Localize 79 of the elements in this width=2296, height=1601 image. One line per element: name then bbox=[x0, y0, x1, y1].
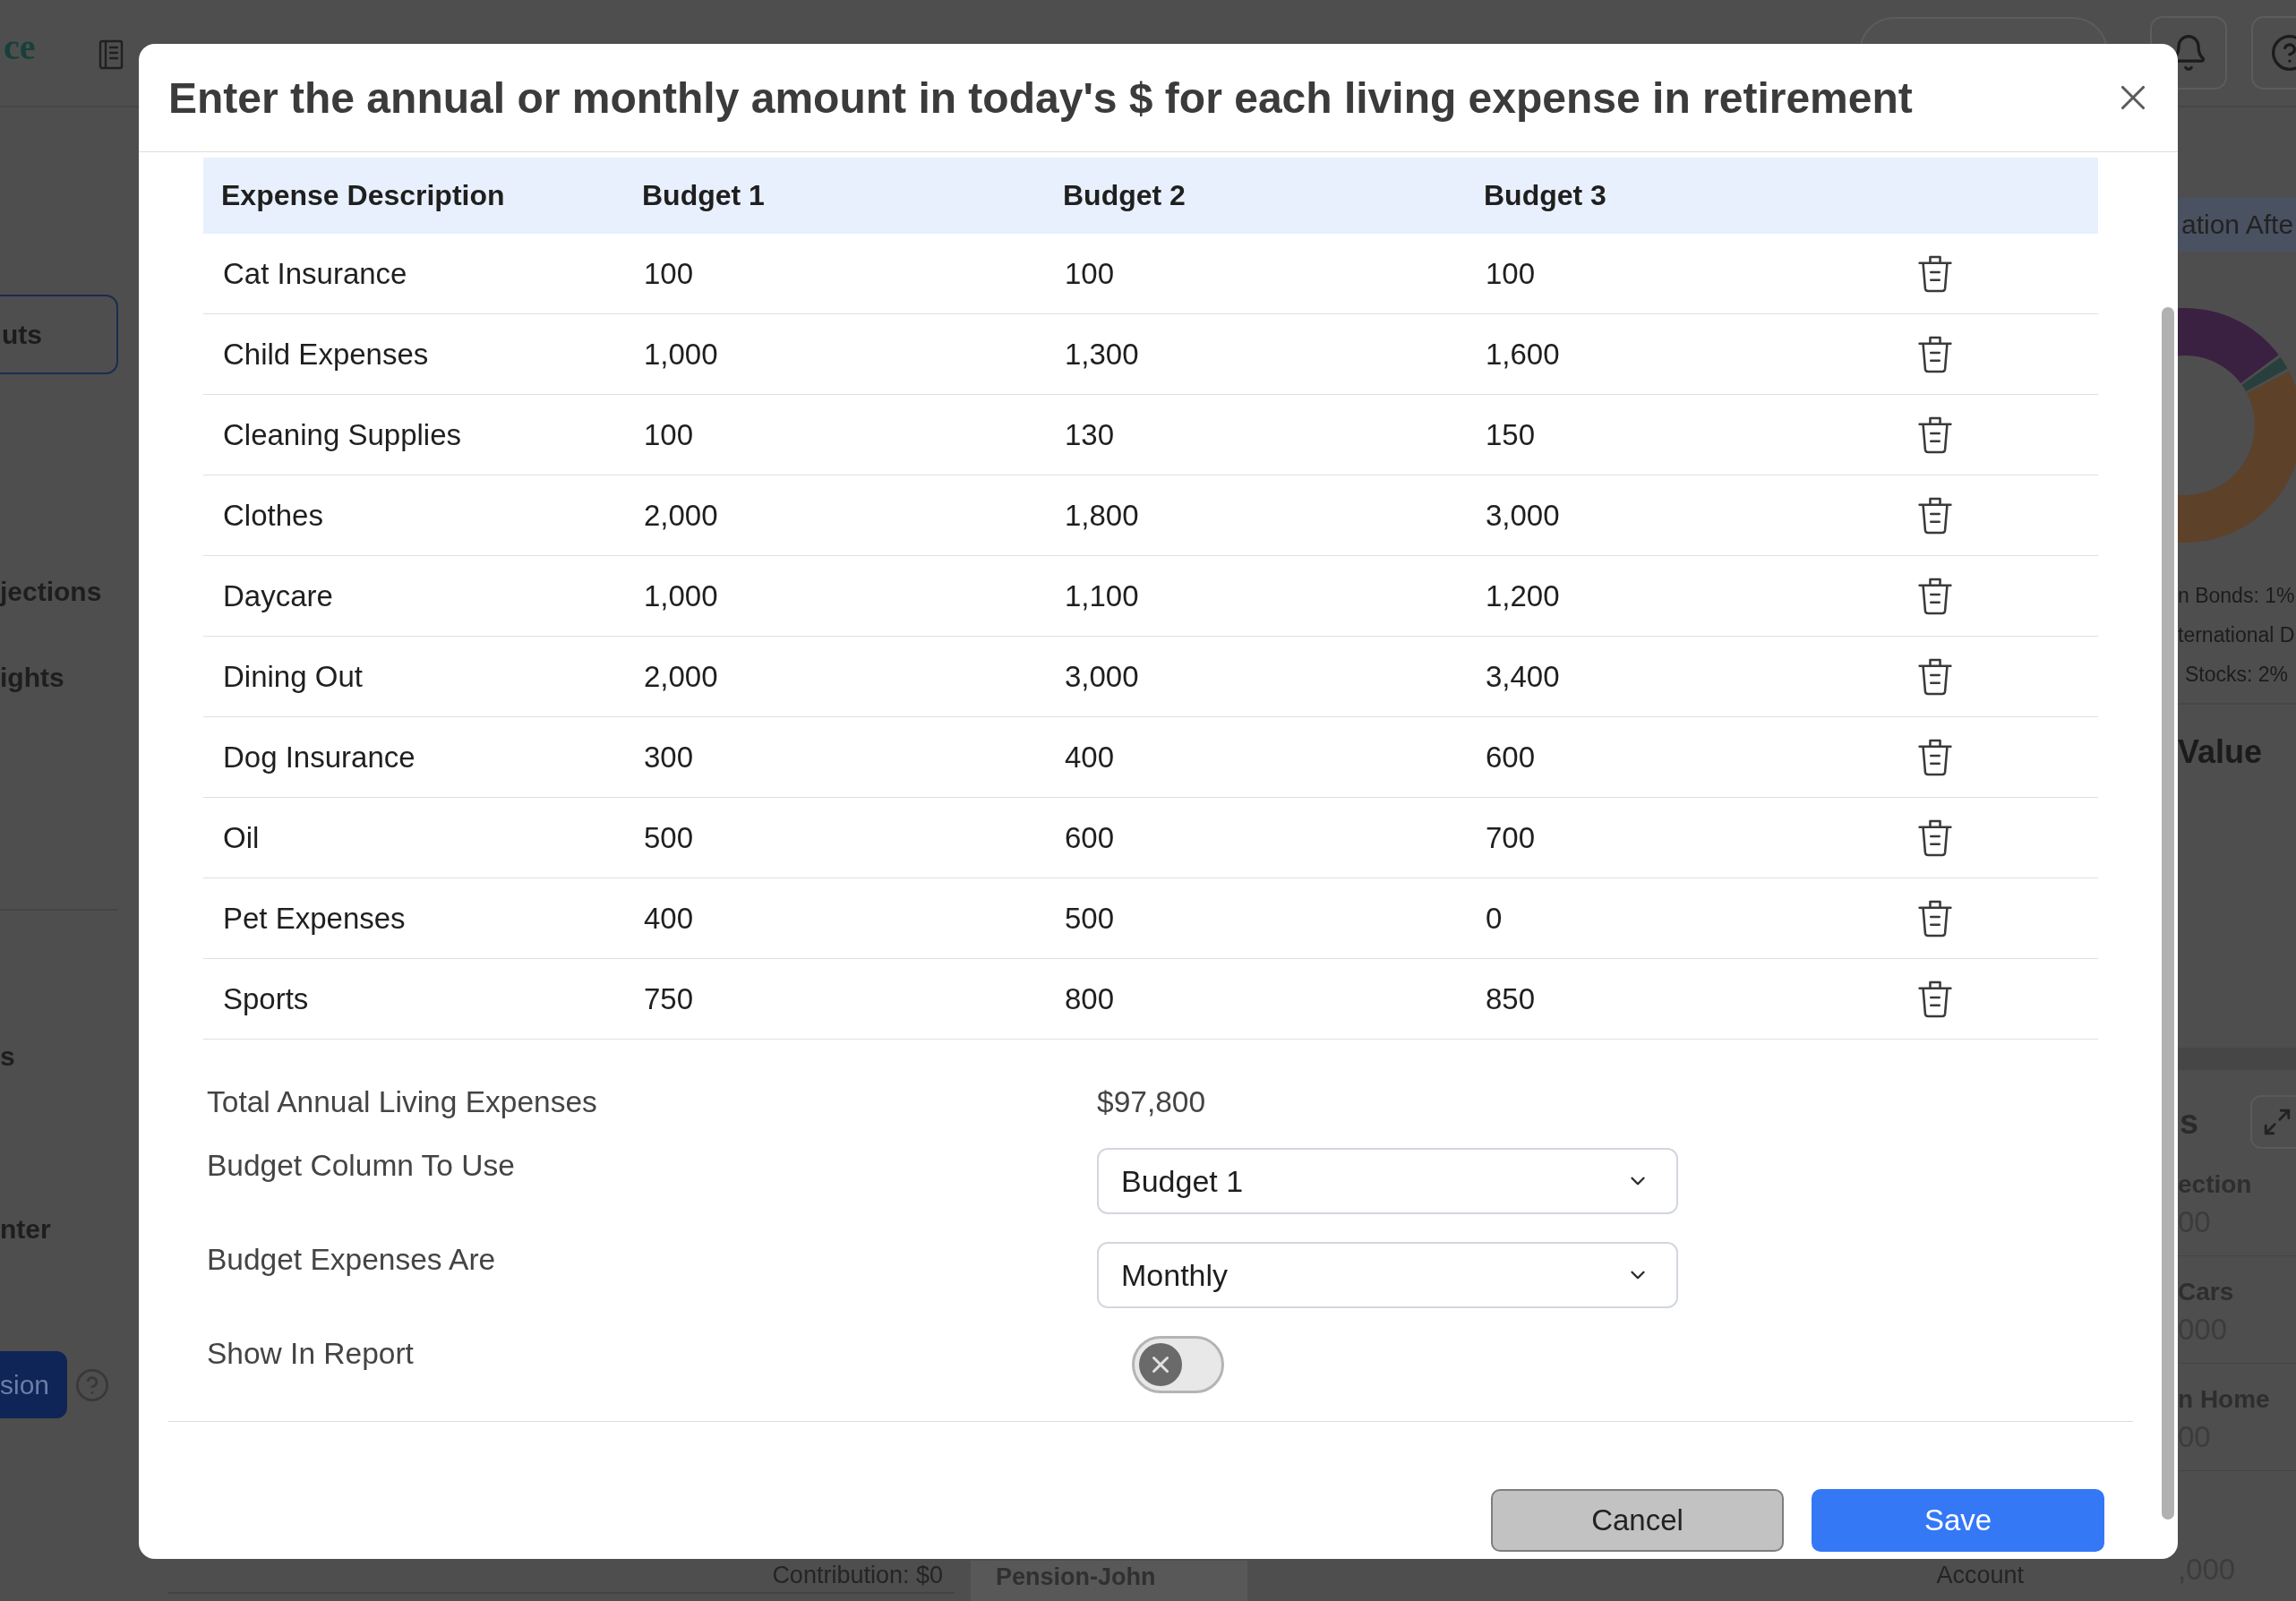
delete-button[interactable] bbox=[1918, 980, 1952, 1018]
column-header: Budget 1 bbox=[642, 179, 765, 212]
trash-icon bbox=[1918, 496, 1952, 535]
table-cell: 600 bbox=[1486, 740, 1536, 775]
select-field[interactable]: Monthly bbox=[1097, 1242, 1678, 1308]
delete-button[interactable] bbox=[1918, 577, 1952, 615]
table-cell: 1,600 bbox=[1486, 337, 1560, 372]
column-header: Budget 2 bbox=[1063, 179, 1186, 212]
delete-button[interactable] bbox=[1918, 254, 1952, 293]
table-cell: Sports bbox=[223, 981, 309, 1016]
delete-button[interactable] bbox=[1918, 657, 1952, 696]
trash-icon bbox=[1918, 335, 1952, 373]
select-field[interactable]: Budget 1 bbox=[1097, 1148, 1678, 1214]
table-cell: 600 bbox=[1065, 820, 1115, 855]
table-cell: Cat Insurance bbox=[223, 256, 407, 291]
trash-icon bbox=[1918, 657, 1952, 696]
table-cell: 2,000 bbox=[644, 498, 718, 533]
table-cell: 100 bbox=[644, 417, 694, 452]
delete-button[interactable] bbox=[1918, 496, 1952, 535]
delete-button[interactable] bbox=[1918, 415, 1952, 454]
table-cell: 100 bbox=[1486, 256, 1536, 291]
table-cell: 750 bbox=[644, 981, 694, 1016]
table-cell: Daycare bbox=[223, 578, 333, 613]
trash-icon bbox=[1918, 818, 1952, 857]
table-cell: 1,800 bbox=[1065, 498, 1139, 533]
table-cell: 3,400 bbox=[1486, 659, 1560, 694]
table-cell: Dining Out bbox=[223, 659, 363, 694]
total-label: Total Annual Living Expenses bbox=[207, 1084, 597, 1120]
table-cell: 0 bbox=[1486, 901, 1503, 936]
save-button[interactable]: Save bbox=[1812, 1489, 2104, 1552]
trash-icon bbox=[1918, 899, 1952, 937]
trash-icon bbox=[1918, 577, 1952, 615]
table-cell: 300 bbox=[644, 740, 694, 775]
table-cell: 1,000 bbox=[644, 578, 718, 613]
table-cell: 3,000 bbox=[1065, 659, 1139, 694]
table-cell: 1,200 bbox=[1486, 578, 1560, 613]
table-cell: 700 bbox=[1486, 820, 1536, 855]
delete-button[interactable] bbox=[1918, 818, 1952, 857]
field-label: Budget Column To Use bbox=[207, 1148, 515, 1184]
table-cell: Dog Insurance bbox=[223, 740, 416, 775]
table-cell: 1,300 bbox=[1065, 337, 1139, 372]
column-header: Expense Description bbox=[221, 179, 505, 212]
dialog-title: Enter the annual or monthly amount in today's $ for each living expense in retirement bbox=[168, 73, 1913, 123]
sidebar-primary-button[interactable]: sion bbox=[0, 1351, 67, 1418]
table-cell: Clothes bbox=[223, 498, 323, 533]
table-cell: Oil bbox=[223, 820, 260, 855]
table-cell: 1,000 bbox=[644, 337, 718, 372]
column-header: Budget 3 bbox=[1484, 179, 1606, 212]
table-cell: 3,000 bbox=[1486, 498, 1560, 533]
delete-button[interactable] bbox=[1918, 738, 1952, 776]
table-cell: 1,100 bbox=[1065, 578, 1139, 613]
delete-button[interactable] bbox=[1918, 899, 1952, 937]
allocation-header: ation Afte bbox=[2178, 198, 2296, 252]
table-cell: Child Expenses bbox=[223, 337, 429, 372]
table-cell: Pet Expenses bbox=[223, 901, 406, 936]
delete-button[interactable] bbox=[1918, 335, 1952, 373]
table-cell: 400 bbox=[644, 901, 694, 936]
logo-text: ce bbox=[4, 25, 36, 68]
expand-icon bbox=[2262, 1107, 2292, 1137]
trash-icon bbox=[1918, 980, 1952, 1018]
table-cell: 150 bbox=[1486, 417, 1536, 452]
table-cell: 400 bbox=[1065, 740, 1115, 775]
table-cell: 800 bbox=[1065, 981, 1115, 1016]
table-cell: 500 bbox=[1065, 901, 1115, 936]
field-label: Show In Report bbox=[207, 1336, 414, 1372]
table-cell: 130 bbox=[1065, 417, 1115, 452]
table-cell: 500 bbox=[644, 820, 694, 855]
field-label: Budget Expenses Are bbox=[207, 1242, 496, 1278]
total-value: $97,800 bbox=[1097, 1084, 1206, 1120]
trash-icon bbox=[1918, 738, 1952, 776]
trash-icon bbox=[1918, 415, 1952, 454]
cancel-button[interactable]: Cancel bbox=[1491, 1489, 1784, 1552]
table-cell: 100 bbox=[1065, 256, 1115, 291]
table-cell: 850 bbox=[1486, 981, 1536, 1016]
table-cell: 100 bbox=[644, 256, 694, 291]
scrollbar-thumb[interactable] bbox=[2162, 307, 2174, 1520]
table-cell: Cleaning Supplies bbox=[223, 417, 461, 452]
trash-icon bbox=[1918, 254, 1952, 293]
table-cell: 2,000 bbox=[644, 659, 718, 694]
